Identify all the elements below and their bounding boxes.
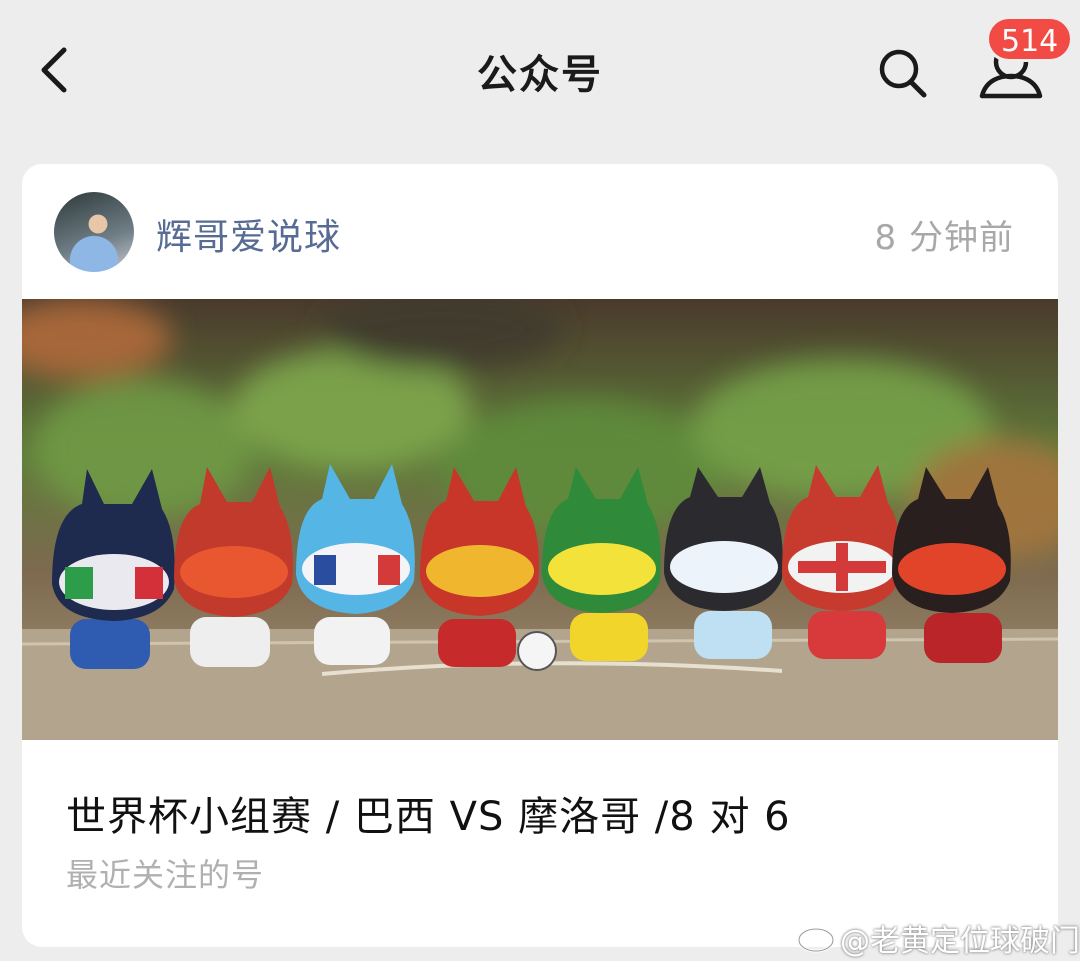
author-name[interactable]: 辉哥爱说球 [156,208,341,260]
weibo-icon [797,922,840,953]
article-title[interactable]: 世界杯小组赛 / 巴西 VS 摩洛哥 /8 对 6 [66,784,791,842]
article-card[interactable]: 辉哥爱说球 8 分钟前 世界杯小组赛 / 巴西 VS 摩洛哥 /8 对 6 最近… [22,164,1058,947]
watermark-text: @老黄定位球破门 [840,924,1080,959]
article-subtitle: 最近关注的号 [66,856,265,894]
avatar[interactable] [54,192,134,272]
notification-badge: 514 [986,16,1074,62]
cover-image[interactable] [22,299,1058,740]
top-bar: 公众号 514 [0,0,1080,140]
search-icon [879,49,927,98]
search-button[interactable] [872,42,932,102]
author-row[interactable]: 辉哥爱说球 8 分钟前 [22,164,1058,298]
post-time: 8 分钟前 [874,218,1014,258]
soccer-ball [517,631,557,671]
